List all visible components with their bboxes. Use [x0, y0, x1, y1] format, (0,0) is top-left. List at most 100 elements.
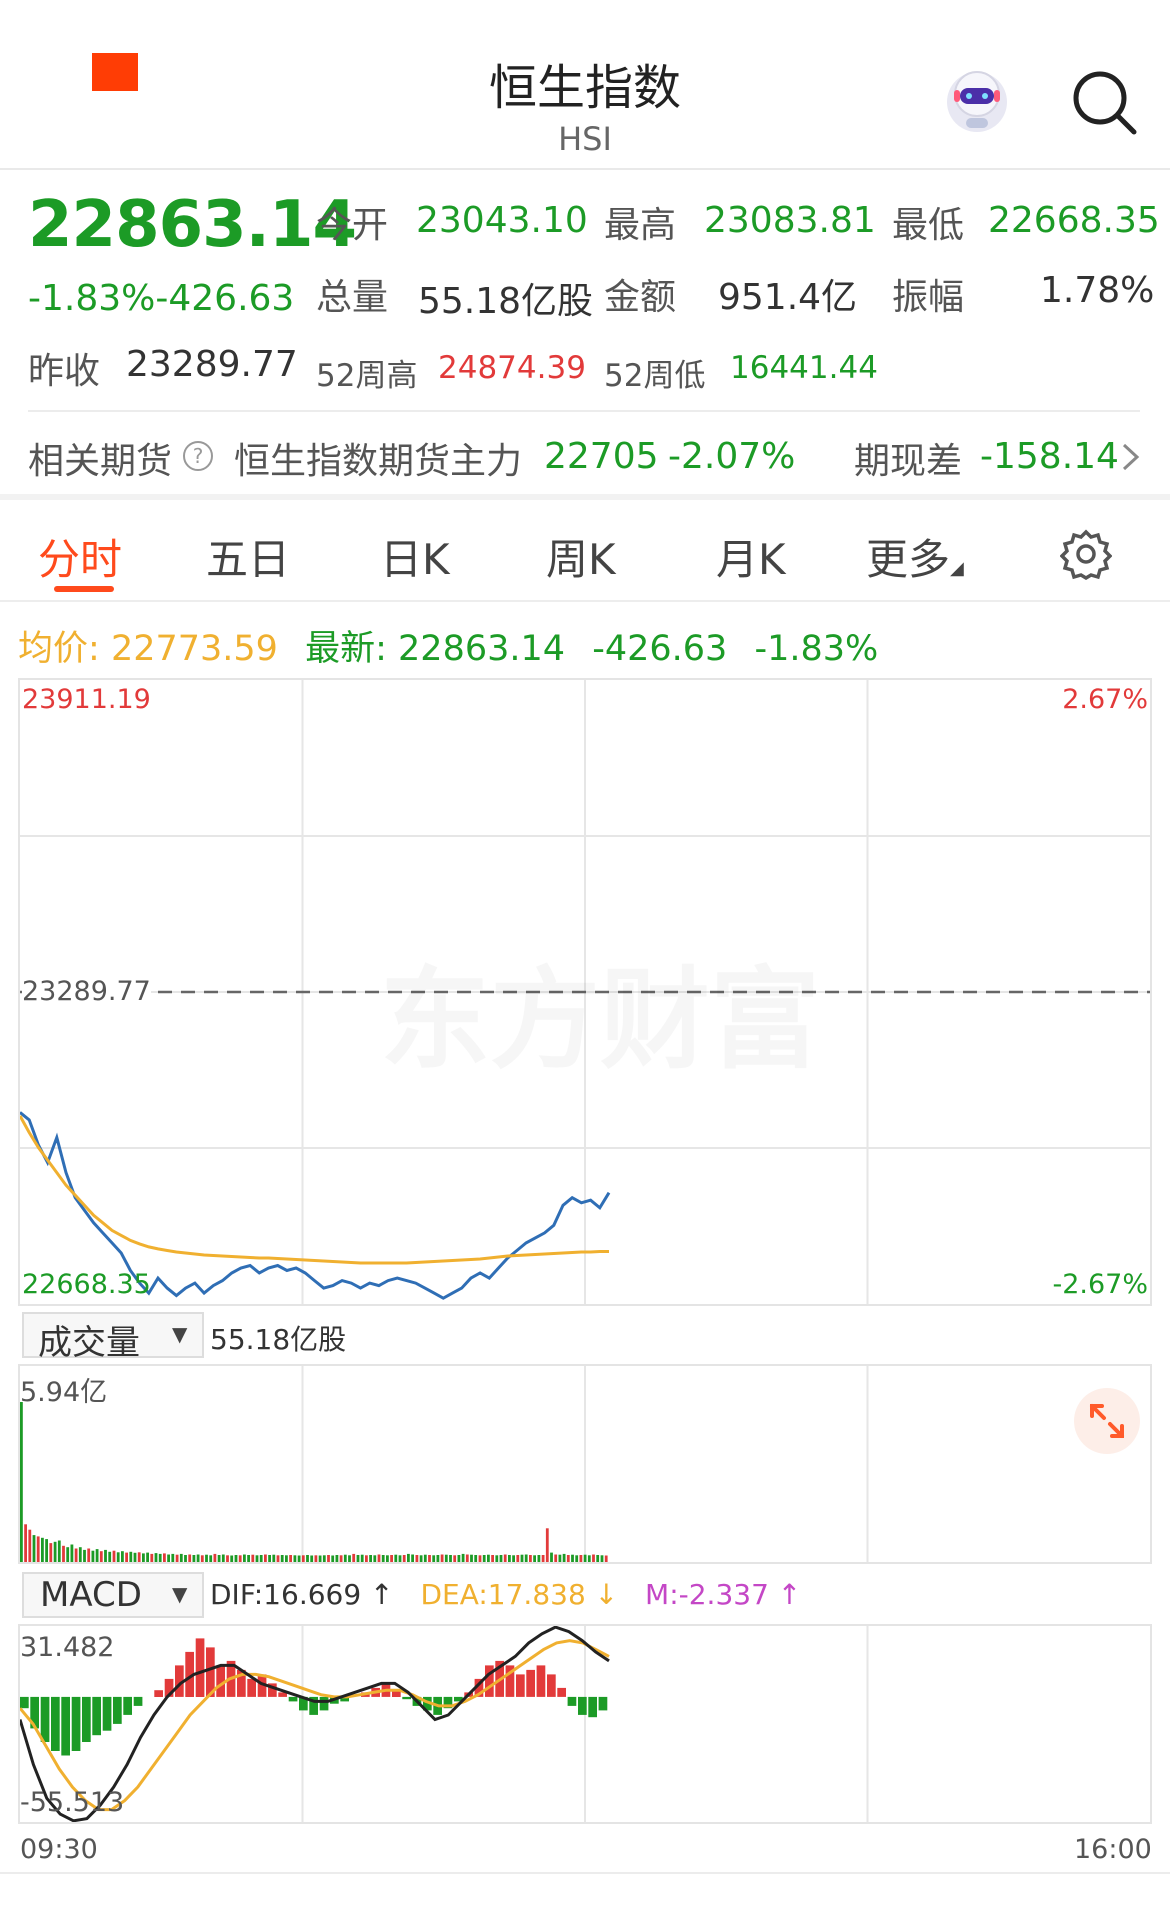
volume-bar	[184, 1555, 187, 1562]
price-axis-min: 22668.35	[22, 1269, 151, 1300]
volume-bar	[423, 1554, 427, 1562]
volume-bar	[87, 1548, 91, 1562]
volume-bar	[537, 1555, 541, 1562]
volume-bar	[70, 1544, 74, 1562]
volume-selector-label: 成交量	[38, 1323, 140, 1363]
futures-pct: -2.07%	[668, 436, 796, 477]
volume-bar	[566, 1555, 570, 1562]
volume-bar	[457, 1555, 461, 1562]
chevron-right-icon	[1122, 443, 1140, 471]
volume-bar	[390, 1555, 393, 1562]
52wk-high-value: 24874.39	[438, 350, 586, 386]
volume-bar	[478, 1555, 482, 1562]
amount-label: 金额	[604, 277, 677, 318]
volume-bar	[280, 1555, 284, 1562]
prev-close-value: 23289.77	[126, 344, 298, 385]
volume-bar	[116, 1552, 120, 1562]
futures-name: 恒生指数期货主力	[234, 441, 523, 482]
macd-histogram-bar	[133, 1696, 143, 1706]
volume-bar	[200, 1555, 204, 1562]
macd-histogram-bar	[567, 1696, 577, 1706]
futures-row[interactable]: 相关期货 ? 恒生指数期货主力 22705 -2.07% 期现差 -158.14	[28, 432, 1148, 482]
volume-bar	[339, 1555, 343, 1562]
tabs-bottom-border	[0, 600, 1170, 602]
volume-indicator-selector[interactable]: 成交量 ▼	[22, 1312, 204, 1363]
latest-change: -426.63	[592, 629, 728, 669]
amount-value: 951.4亿	[718, 277, 858, 318]
volume-bar	[104, 1549, 107, 1562]
volume-bar	[285, 1555, 288, 1562]
52wk-low-value: 16441.44	[730, 350, 878, 386]
volume-bar	[53, 1541, 57, 1562]
volume-bar	[49, 1543, 53, 1562]
tab-monthly-k[interactable]: 月K	[716, 526, 786, 587]
volume-bar	[436, 1555, 440, 1562]
macd-histogram-bar	[113, 1696, 122, 1724]
macd-histogram-bar	[588, 1696, 597, 1718]
volume-bar	[398, 1555, 402, 1562]
tab-daily-k[interactable]: 日K	[380, 526, 450, 587]
volume-bar	[57, 1540, 61, 1562]
change-block: -1.83%-426.63	[28, 278, 294, 319]
volume-bar	[470, 1554, 473, 1562]
intraday-info-line: 均价: 22773.59 最新: 22863.14 -426.63 -1.83%	[18, 620, 878, 671]
divider	[28, 410, 1140, 412]
expand-icon[interactable]	[1072, 1386, 1142, 1456]
volume-bar	[365, 1555, 368, 1562]
macd-histogram-bar	[154, 1690, 163, 1697]
svg-text:?: ?	[193, 444, 204, 468]
volume-bar	[335, 1555, 339, 1562]
macd-selector-label: MACD	[40, 1575, 142, 1615]
macd-histogram-bar	[20, 1696, 29, 1709]
latest-label: 最新:	[305, 629, 387, 669]
robot-assistant-icon[interactable]	[940, 68, 1014, 138]
macd-histogram-bar	[61, 1696, 70, 1756]
tab-weekly-k[interactable]: 周K	[546, 526, 616, 587]
volume-bar	[583, 1554, 587, 1562]
macd-histogram-bar	[526, 1669, 535, 1697]
futures-price: 22705	[544, 436, 659, 477]
volume-bar	[491, 1555, 494, 1562]
settings-gear-icon[interactable]	[1060, 528, 1112, 580]
volume-bar	[83, 1549, 86, 1562]
volume-axis-max: 5.94亿	[20, 1377, 108, 1408]
pct-axis-min: -2.67%	[1052, 1269, 1148, 1300]
volume-chart[interactable]: 5.94亿	[18, 1364, 1152, 1564]
volume-bar	[600, 1555, 604, 1562]
low-label: 最低	[892, 205, 965, 246]
volume-bar	[554, 1554, 558, 1562]
help-icon[interactable]: ?	[182, 440, 214, 472]
tab-intraday[interactable]: 分时	[38, 526, 122, 587]
volume-bar	[243, 1554, 246, 1562]
volume-bar	[461, 1553, 465, 1562]
macd-histogram-bar	[102, 1696, 112, 1731]
volume-bar	[499, 1555, 503, 1562]
intraday-price-chart[interactable]: 东方财富 23911.19 2.67% 23289.77 22668.35 -2…	[18, 678, 1152, 1306]
volume-bar	[558, 1554, 562, 1562]
volume-bar	[562, 1553, 566, 1562]
volume-bar	[604, 1555, 608, 1562]
macd-histogram-bar	[195, 1638, 205, 1697]
tab-more[interactable]: 更多◢	[866, 526, 964, 587]
volume-bar	[545, 1528, 549, 1562]
volume-bar	[28, 1529, 32, 1562]
volume-bar	[348, 1555, 351, 1562]
macd-chart[interactable]: 31.482 -55.513	[18, 1624, 1152, 1824]
section-separator	[0, 494, 1170, 500]
volume-bar	[415, 1555, 419, 1562]
dropdown-triangle-icon: ▼	[172, 1322, 188, 1346]
volume-bar	[520, 1554, 524, 1562]
prev-close-label: 昨收	[28, 351, 101, 392]
volume-bar	[575, 1555, 579, 1562]
macd-indicator-selector[interactable]: MACD ▼	[22, 1572, 204, 1618]
macd-histogram-bar	[319, 1696, 329, 1711]
volume-bar	[449, 1555, 452, 1562]
volume-bar	[318, 1555, 322, 1562]
macd-chart-svg	[20, 1626, 869, 1822]
search-icon[interactable]	[1070, 68, 1138, 136]
tab-five-day[interactable]: 五日	[206, 526, 290, 587]
volume-bar	[230, 1555, 234, 1562]
volume-bar	[331, 1555, 335, 1562]
prev-close-axis-label: 23289.77	[22, 976, 151, 1007]
volume-bar	[495, 1555, 499, 1562]
